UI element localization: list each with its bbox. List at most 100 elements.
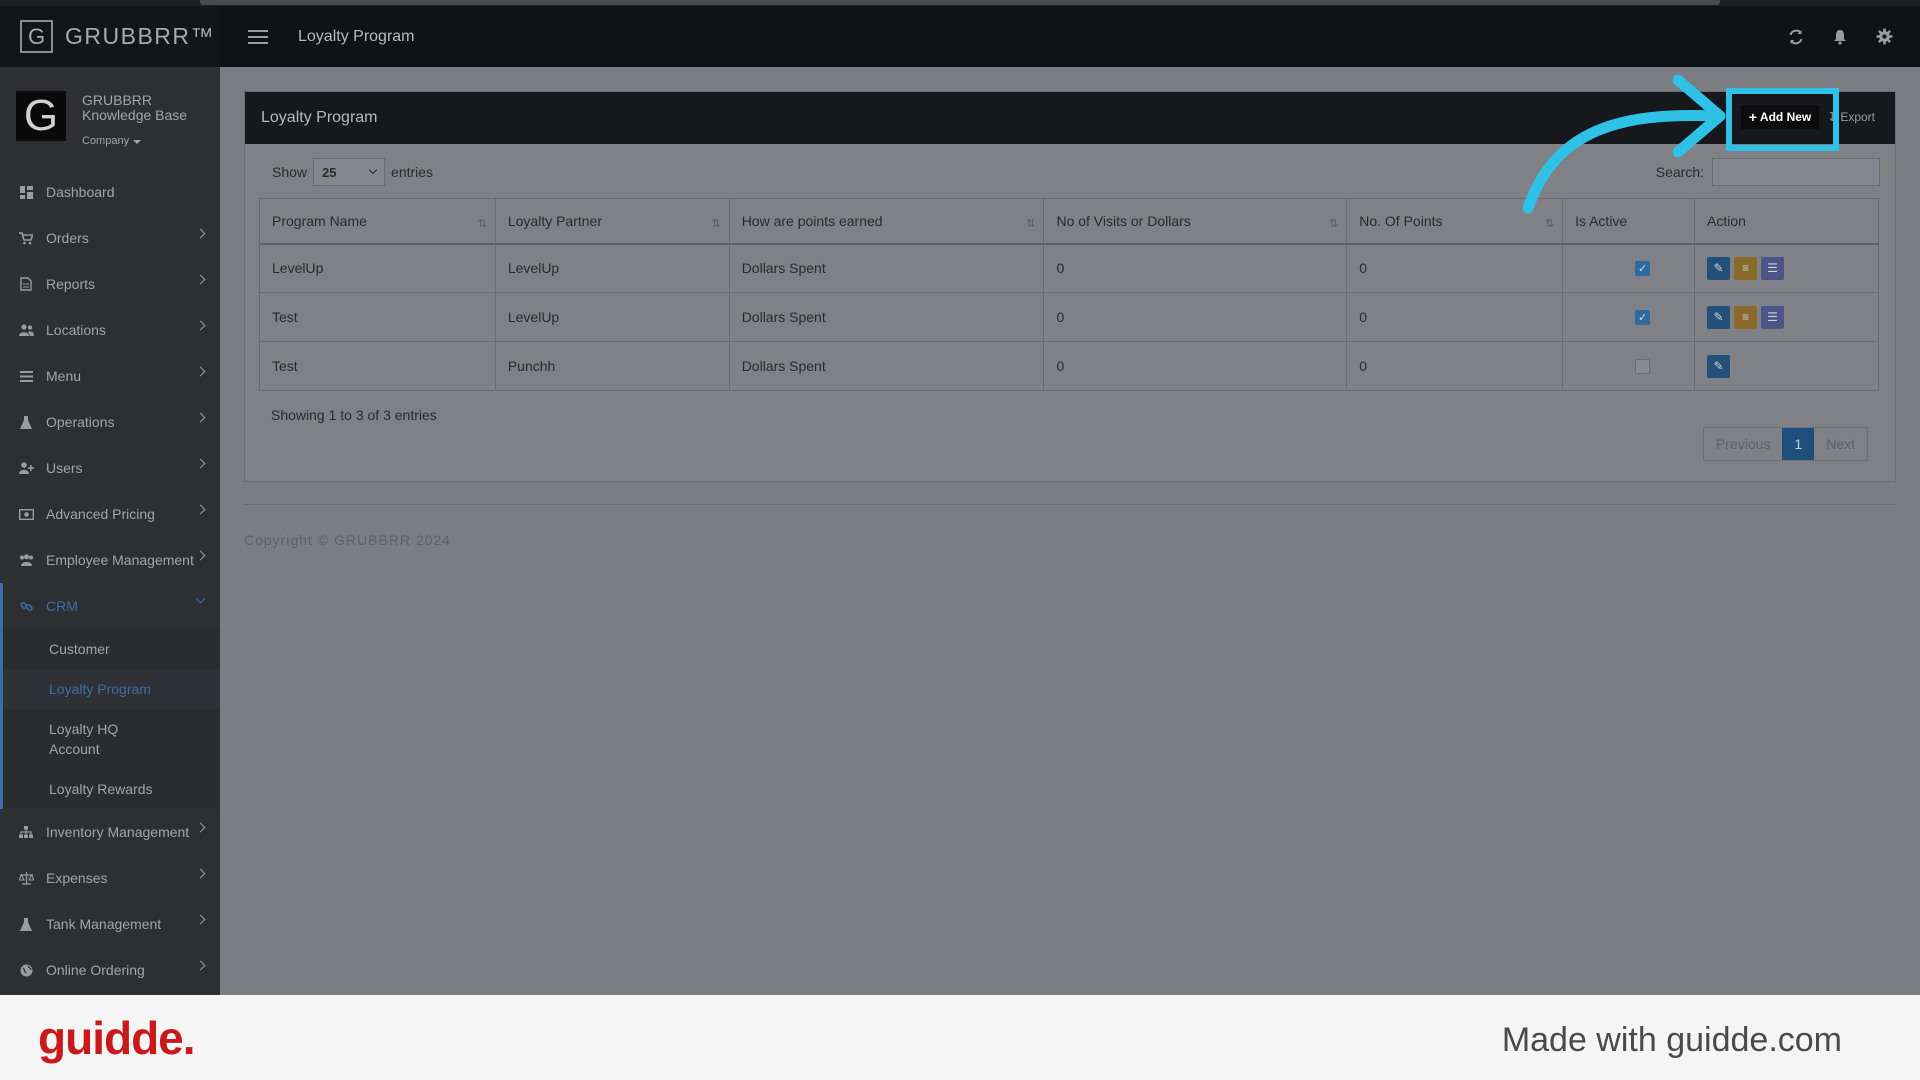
- sidebar-item-online-ordering[interactable]: Online Ordering: [0, 947, 220, 993]
- sidebar-item-reports[interactable]: Reports: [0, 261, 220, 307]
- show-label: Show: [272, 164, 308, 180]
- list-button[interactable]: ☰: [1761, 305, 1785, 329]
- brand-logo: G: [20, 20, 53, 53]
- active-checkbox[interactable]: ✓: [1635, 260, 1651, 276]
- column-header-points-earned[interactable]: How are points earned ⇅: [728, 198, 1045, 245]
- sidebar-item-expenses[interactable]: Expenses: [0, 855, 220, 901]
- sidebar-item-operations[interactable]: Operations: [0, 399, 220, 445]
- cell-loyalty-partner: Punchh: [494, 341, 730, 391]
- chevron-right-icon: [195, 228, 206, 239]
- sidebar-item-label: Online Ordering: [46, 962, 145, 978]
- sidebar-item-label: Inventory Management: [46, 824, 190, 840]
- sidebar-item-label: Expenses: [46, 870, 108, 886]
- profile: G GRUBBRR Knowledge Base Company: [0, 67, 220, 169]
- highlight-box: [1726, 88, 1839, 151]
- sidebar-item-label: Menu: [46, 368, 82, 384]
- chevron-right-icon: [195, 960, 206, 971]
- pencil-icon: ✎: [1713, 310, 1724, 324]
- profile-subtitle: Knowledge Base: [82, 107, 188, 123]
- search-input[interactable]: [1712, 158, 1880, 186]
- company-dropdown[interactable]: Company: [82, 134, 187, 149]
- sidebar-item-employee-management[interactable]: Employee Management: [0, 537, 220, 583]
- chevron-right-icon: [195, 320, 206, 331]
- cell-loyalty-partner: LevelUp: [494, 243, 730, 293]
- cell-points-earned: Dollars Spent: [728, 243, 1045, 293]
- previous-page-button[interactable]: Previous: [1704, 428, 1782, 460]
- sidebar-item-users[interactable]: Users: [0, 445, 220, 491]
- cell-program-name: LevelUp: [259, 243, 496, 293]
- cell-points-earned: Dollars Spent: [728, 341, 1045, 391]
- flask-icon: [18, 415, 34, 429]
- chevron-right-icon: [195, 366, 206, 377]
- avatar[interactable]: G: [16, 91, 66, 141]
- configure-button[interactable]: ≡: [1734, 256, 1758, 280]
- submenu-item-customer[interactable]: Customer: [3, 629, 220, 669]
- cell-action: ✎ ≡ ☰: [1694, 243, 1879, 293]
- header-title: Loyalty Program: [298, 27, 415, 45]
- footer-bar: guidde. Made with guidde.com: [0, 995, 1920, 1080]
- column-header-loyalty-partner[interactable]: Loyalty Partner ⇅: [494, 198, 730, 245]
- sidebar-item-menu[interactable]: Menu: [0, 353, 220, 399]
- users-icon: [18, 323, 34, 337]
- sidebar-item-advanced-pricing[interactable]: Advanced Pricing: [0, 491, 220, 537]
- list-icon: ☰: [1767, 261, 1778, 276]
- chevron-down-icon: [368, 165, 378, 175]
- chevron-right-icon: [195, 458, 206, 469]
- entries-select[interactable]: 25: [313, 158, 386, 186]
- sidebar-item-label: Dashboard: [46, 184, 115, 200]
- cell-visits: 0: [1043, 243, 1348, 293]
- cell-points: 0: [1346, 243, 1564, 293]
- bell-icon[interactable]: [1830, 27, 1850, 47]
- sidebar-item-dashboard[interactable]: Dashboard: [0, 169, 220, 215]
- sort-icon: ⇅: [711, 218, 720, 230]
- crm-submenu: Customer Loyalty Program Loyalty HQ Acco…: [0, 629, 220, 809]
- scale-icon: [18, 871, 34, 885]
- sidebar-item-inventory-management[interactable]: Inventory Management: [0, 809, 220, 855]
- page-1-button[interactable]: 1: [1782, 428, 1815, 460]
- sitemap-icon: [18, 825, 34, 839]
- divider: [244, 504, 1896, 505]
- edit-button[interactable]: ✎: [1707, 354, 1731, 378]
- entries-value: 25: [322, 164, 337, 180]
- hamburger-menu-icon[interactable]: [248, 29, 268, 44]
- submenu-item-loyalty-rewards[interactable]: Loyalty Rewards: [3, 769, 220, 809]
- panel-title: Loyalty Program: [261, 109, 378, 126]
- cell-points: 0: [1346, 292, 1564, 342]
- submenu-item-loyalty-program[interactable]: Loyalty Program: [3, 669, 220, 709]
- cell-visits: 0: [1043, 292, 1348, 342]
- progress-bar: [200, 0, 1720, 5]
- pointer-arrow-icon: [1522, 74, 1726, 214]
- cell-is-active: ✓: [1562, 243, 1696, 293]
- cell-visits: 0: [1043, 341, 1348, 391]
- sidebar-item-tank-management[interactable]: Tank Management: [0, 901, 220, 947]
- edit-button[interactable]: ✎: [1707, 305, 1731, 329]
- configure-button[interactable]: ≡: [1734, 305, 1758, 329]
- next-page-button[interactable]: Next: [1814, 428, 1867, 460]
- inactive-checkbox[interactable]: [1635, 358, 1651, 374]
- brand[interactable]: G GRUBBRR™: [0, 6, 220, 67]
- column-header-program-name[interactable]: Program Name ⇅: [259, 198, 496, 245]
- list-icon: ☰: [1767, 310, 1778, 324]
- sliders-icon: ≡: [1742, 261, 1750, 276]
- sidebar-item-locations[interactable]: Locations: [0, 307, 220, 353]
- submenu-item-loyalty-hq-account[interactable]: Loyalty HQ Account: [3, 709, 220, 769]
- list-icon: [18, 369, 34, 383]
- sidebar-item-orders[interactable]: Orders: [0, 215, 220, 261]
- sliders-icon: ≡: [1742, 310, 1750, 324]
- active-checkbox[interactable]: ✓: [1635, 309, 1651, 325]
- gear-icon[interactable]: [1874, 27, 1894, 47]
- profile-info: GRUBBRR Knowledge Base Company: [82, 93, 187, 169]
- cell-program-name: Test: [259, 341, 496, 391]
- sidebar-item-label: Orders: [46, 230, 89, 246]
- table-row: LevelUp LevelUp Dollars Spent 0 0 ✓ ✎ ≡ ☰: [259, 243, 1879, 293]
- caret-down-icon: [133, 139, 142, 144]
- sidebar-item-label: Users: [46, 460, 83, 476]
- column-header-visits-or-dollars[interactable]: No of Visits or Dollars ⇅: [1043, 198, 1348, 245]
- cell-action: ✎: [1694, 341, 1879, 391]
- guidde-logo: guidde.: [38, 1012, 196, 1064]
- sidebar-item-crm[interactable]: CRM: [0, 583, 220, 629]
- refresh-icon[interactable]: [1786, 27, 1806, 47]
- list-button[interactable]: ☰: [1761, 256, 1785, 280]
- sidebar: G GRUBBRR Knowledge Base Company Dashboa…: [0, 67, 220, 995]
- edit-button[interactable]: ✎: [1707, 256, 1731, 280]
